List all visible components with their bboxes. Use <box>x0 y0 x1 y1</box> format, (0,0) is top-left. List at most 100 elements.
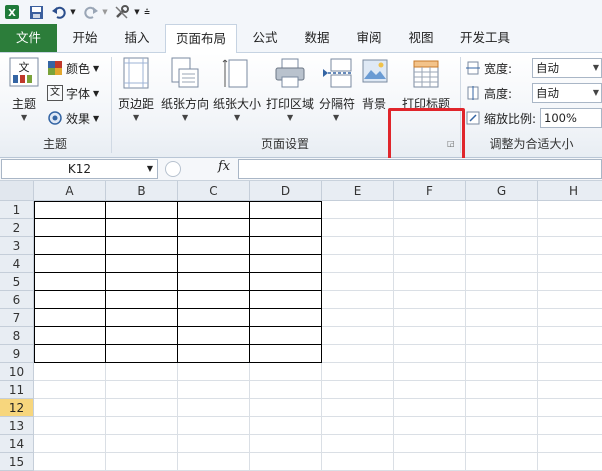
effects-button[interactable]: 效果 ▼ <box>47 108 99 128</box>
gridlines <box>34 201 602 471</box>
chevron-down-icon: ▼ <box>146 164 153 173</box>
background-image-icon <box>362 59 388 83</box>
zoom-row: 缩放比例: <box>465 108 536 128</box>
zoom-spinner[interactable]: 100% <box>540 108 602 128</box>
redo-dropdown-icon[interactable]: ▼ <box>101 3 109 21</box>
fonts-button[interactable]: 文 字体 ▼ <box>47 83 99 103</box>
undo-dropdown-icon[interactable]: ▼ <box>69 3 77 21</box>
breaks-button[interactable]: 分隔符 ▼ <box>317 55 357 135</box>
breaks-label: 分隔符 <box>318 97 355 111</box>
bordered-table <box>34 201 322 363</box>
undo-icon[interactable] <box>50 3 68 21</box>
tab-formulas[interactable]: 公式 <box>240 24 290 52</box>
worksheet-grid: A B C D E F G H 1 2 3 4 5 6 7 8 9 10 11 … <box>0 181 602 471</box>
row-header[interactable]: 8 <box>0 327 34 345</box>
chevron-down-icon: ▼ <box>592 88 599 97</box>
tab-view[interactable]: 视图 <box>396 24 446 52</box>
chevron-down-icon: ▼ <box>287 113 294 122</box>
row-header[interactable]: 10 <box>0 363 34 381</box>
zoom-label: 缩放比例: <box>484 111 537 126</box>
print-titles-icon <box>413 60 439 88</box>
customize-qat-icon[interactable]: ⩮ <box>142 3 152 21</box>
row-header[interactable]: 9 <box>0 345 34 363</box>
chevron-down-icon: ▼ <box>93 113 100 123</box>
print-area-button[interactable]: 打印区域 ▼ <box>264 55 316 135</box>
colors-label: 颜色 <box>66 61 91 76</box>
formula-input[interactable] <box>238 159 602 179</box>
chevron-down-icon: ▼ <box>182 113 189 122</box>
column-header[interactable]: D <box>250 181 322 201</box>
row-header[interactable]: 3 <box>0 237 34 255</box>
tab-insert[interactable]: 插入 <box>112 24 162 52</box>
height-row: 高度: <box>465 83 512 103</box>
width-label: 宽度: <box>484 61 513 76</box>
orientation-icon <box>171 57 199 88</box>
themes-group-label: 主题 <box>42 137 67 151</box>
tab-file[interactable]: 文件 <box>0 24 57 52</box>
margins-label: 页边距 <box>117 97 154 111</box>
row-header[interactable]: 6 <box>0 291 34 309</box>
breaks-icon <box>323 58 352 88</box>
svg-text:X: X <box>8 8 16 19</box>
row-header[interactable]: 13 <box>0 417 34 435</box>
tab-home[interactable]: 开始 <box>60 24 110 52</box>
row-header[interactable]: 1 <box>0 201 34 219</box>
fonts-label: 字体 <box>66 86 91 101</box>
row-header[interactable]: 11 <box>0 381 34 399</box>
margins-icon <box>123 57 149 89</box>
formula-cancel-icon[interactable] <box>165 161 181 177</box>
ribbon-tabs: 文件 开始 插入 页面布局 公式 数据 审阅 视图 开发工具 <box>0 24 602 53</box>
row-header[interactable]: 5 <box>0 273 34 291</box>
size-button[interactable]: 纸张大小 ▼ <box>211 55 263 135</box>
page-size-icon <box>222 59 248 88</box>
background-button[interactable]: 背景 <box>358 55 390 135</box>
fonts-icon: 文 <box>47 85 63 101</box>
wrench-icon[interactable] <box>113 3 131 21</box>
row-header[interactable]: 14 <box>0 435 34 453</box>
row-header[interactable]: 4 <box>0 255 34 273</box>
margins-button[interactable]: 页边距 ▼ <box>114 55 158 135</box>
column-header[interactable]: E <box>322 181 394 201</box>
column-header[interactable]: B <box>106 181 178 201</box>
scale-icon <box>466 111 480 125</box>
tools-dropdown-icon[interactable]: ▼ <box>133 3 141 21</box>
colors-button[interactable]: 颜色 ▼ <box>47 58 99 78</box>
row-header[interactable]: 15 <box>0 453 34 471</box>
height-label: 高度: <box>484 86 513 101</box>
column-header[interactable]: C <box>178 181 250 201</box>
effects-icon <box>48 111 62 125</box>
orientation-button[interactable]: 纸张方向 ▼ <box>159 55 211 135</box>
scale-group-label: 调整为合适大小 <box>489 137 574 151</box>
name-box[interactable]: K12 ▼ <box>1 159 158 179</box>
insert-function-icon[interactable]: fx <box>218 159 230 174</box>
width-value: 自动 <box>536 61 559 75</box>
column-header[interactable]: A <box>34 181 106 201</box>
select-all-corner[interactable] <box>0 181 34 201</box>
column-header[interactable]: H <box>538 181 602 201</box>
formula-bar: K12 ▼ fx <box>0 158 602 181</box>
print-area-label: 打印区域 <box>265 97 314 111</box>
tab-review[interactable]: 审阅 <box>344 24 394 52</box>
column-header[interactable]: F <box>394 181 466 201</box>
colors-icon <box>48 61 62 75</box>
width-select[interactable]: 自动 ▼ <box>532 58 602 78</box>
tab-data[interactable]: 数据 <box>292 24 342 52</box>
tab-developer[interactable]: 开发工具 <box>450 24 520 52</box>
column-header[interactable]: G <box>466 181 538 201</box>
save-icon[interactable] <box>27 3 45 21</box>
chevron-down-icon: ▼ <box>592 63 599 72</box>
background-label: 背景 <box>361 97 386 111</box>
row-header[interactable]: 7 <box>0 309 34 327</box>
orientation-label: 纸张方向 <box>160 97 209 111</box>
themes-button[interactable]: 文 主题 ▼ <box>3 55 45 135</box>
tab-page-layout[interactable]: 页面布局 <box>165 24 237 53</box>
themes-label: 主题 <box>11 97 36 111</box>
redo-icon[interactable] <box>82 3 100 21</box>
chevron-down-icon: ▼ <box>21 113 28 122</box>
height-icon <box>467 86 479 100</box>
row-header-selected[interactable]: 12 <box>0 399 34 417</box>
chevron-down-icon: ▼ <box>93 88 100 98</box>
height-select[interactable]: 自动 ▼ <box>532 83 602 103</box>
row-header[interactable]: 2 <box>0 219 34 237</box>
width-icon <box>466 61 480 75</box>
